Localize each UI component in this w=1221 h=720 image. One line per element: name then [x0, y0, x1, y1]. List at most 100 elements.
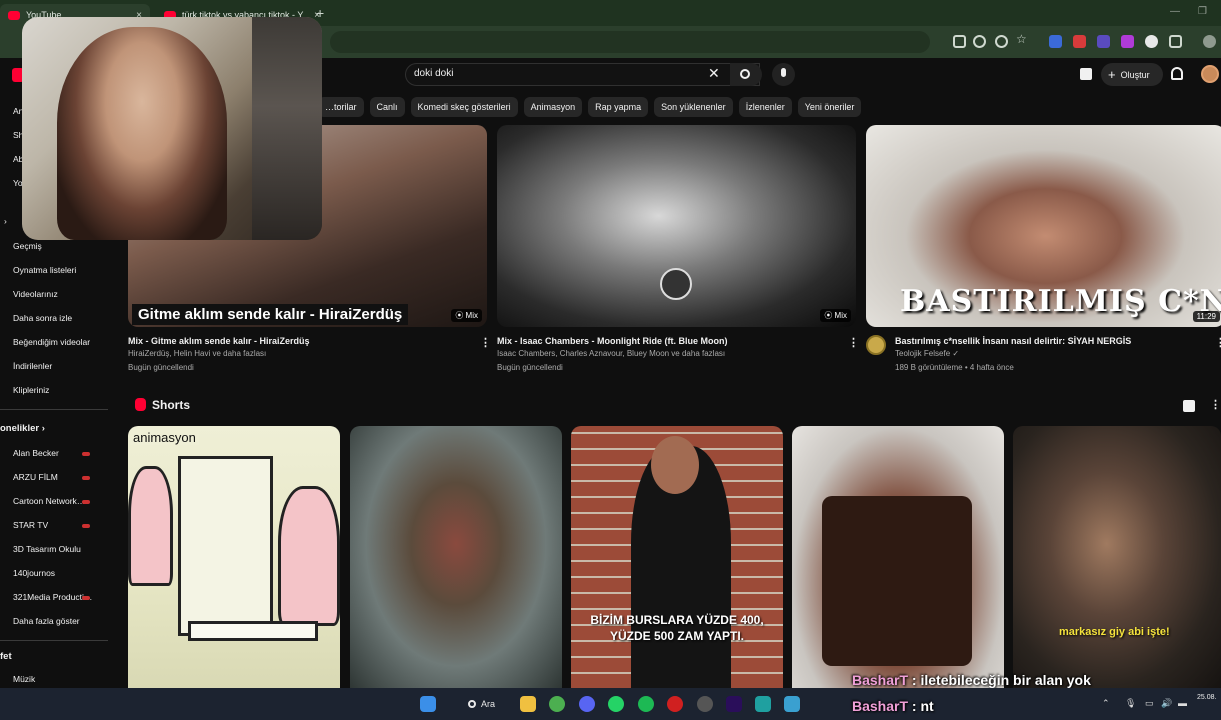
screen-share-icon[interactable] [953, 35, 966, 48]
volume-icon[interactable]: 🔊 [1161, 698, 1172, 709]
taskbar-search[interactable]: Ara [460, 694, 503, 714]
video-thumbnail[interactable]: BASTIRILMIŞ C*NSELLİK 11:29 [866, 125, 1221, 327]
taskbar-clock[interactable]: 25.08. [1197, 692, 1216, 703]
illustration-door [178, 456, 273, 636]
account-avatar[interactable] [1201, 65, 1219, 83]
show-more-button[interactable]: Daha fazla göster [13, 616, 80, 626]
more-options-icon[interactable]: ⋮ [848, 336, 859, 349]
chip[interactable]: Komedi skeç gösterileri [410, 97, 518, 117]
short-thumbnail[interactable]: markasız giy abi işte! [1013, 426, 1221, 688]
short-thumbnail[interactable]: animasyon [128, 426, 340, 688]
translate-extension-icon[interactable] [1049, 35, 1062, 48]
network-icon[interactable]: ▭ [1145, 698, 1154, 709]
more-options-icon[interactable]: ⋮ [1215, 336, 1221, 349]
microphone-icon[interactable]: 🎙 [1125, 698, 1136, 709]
short-thumbnail[interactable] [792, 426, 1004, 688]
minimize-icon[interactable]: — [1170, 6, 1180, 17]
taskbar-date: 25.08. [1197, 694, 1217, 701]
extensions-puzzle-icon[interactable] [1169, 35, 1182, 48]
sidebar-item-subscription[interactable]: 140journos [13, 568, 55, 578]
file-explorer-icon[interactable] [520, 696, 536, 712]
chip[interactable]: Animasyon [523, 97, 583, 117]
zoom-icon[interactable] [973, 35, 986, 48]
chevron-right-icon[interactable]: › [4, 216, 7, 226]
sidebar-item-music[interactable]: Müzik [13, 674, 35, 684]
chip[interactable]: Yeni öneriler [797, 97, 862, 117]
sidebar-item-your-videos[interactable]: Videolarınız [13, 289, 58, 299]
create-label: Oluştur [1120, 69, 1150, 80]
more-options-icon[interactable]: ⋮ [480, 336, 491, 349]
video-title[interactable]: Mix - Gitme aklım sende kalır - HiraiZer… [128, 336, 310, 346]
short-thumbnail[interactable]: BİZİM BURSLARA YÜZDE 400, YÜZDE 500 ZAM … [571, 426, 783, 688]
restore-icon[interactable]: ❐ [1198, 6, 1207, 17]
tray-chevron-icon[interactable]: ⌃ [1102, 698, 1110, 709]
more-options-icon[interactable]: ⋮ [1210, 398, 1221, 411]
sidebar-item-subscription[interactable]: STAR TV [13, 520, 48, 530]
sidebar-item-clips[interactable]: Klipleriniz [13, 385, 49, 395]
whatsapp-icon[interactable] [608, 696, 624, 712]
chip[interactable]: Son yüklenenler [654, 97, 733, 117]
video-channels[interactable]: Isaac Chambers, Charles Aznavour, Bluey … [497, 349, 725, 358]
search-input[interactable] [405, 63, 760, 86]
chip[interactable]: İzlenenler [738, 97, 792, 117]
stream-chat-message: BasharT : nt [852, 698, 934, 714]
webcam-person [57, 27, 227, 240]
sidebar-item-liked-videos[interactable]: Beğendiğim videolar [13, 337, 90, 347]
adblock-extension-icon[interactable] [1073, 35, 1086, 48]
new-content-dot [82, 524, 90, 528]
eye-off-icon[interactable] [995, 35, 1008, 48]
app-icon[interactable] [784, 696, 800, 712]
profile-icon[interactable] [1203, 35, 1216, 48]
voice-search-icon[interactable] [772, 63, 795, 86]
subscriptions-heading-label: onelikler [0, 423, 40, 434]
steam-icon[interactable] [697, 696, 713, 712]
subscriptions-heading[interactable]: onelikler › [0, 423, 45, 434]
spotify-icon[interactable] [638, 696, 654, 712]
search-query[interactable]: doki doki [414, 68, 453, 79]
taskbar-search-label: Ara [481, 699, 496, 709]
after-effects-icon[interactable] [726, 696, 742, 712]
chrome-icon[interactable] [549, 696, 565, 712]
extension-icon[interactable] [1145, 35, 1158, 48]
sidebar-item-subscription[interactable]: Alan Becker [13, 448, 59, 458]
channel-name[interactable]: Teolojik Felsefe ✓ [895, 349, 959, 358]
sidebar-item-watch-later[interactable]: Daha sonra izle [13, 313, 72, 323]
sidebar-item-downloads[interactable]: İndirilenler [13, 361, 52, 371]
sidebar-item-history[interactable]: Geçmiş [13, 241, 42, 251]
mix-badge: ⦿ Mix [820, 309, 851, 322]
chip[interactable]: …torilar [318, 97, 364, 117]
sidebar-divider [0, 409, 108, 410]
video-title[interactable]: Bastırılmış c*nsellik İnsanı nasıl delir… [895, 336, 1131, 346]
bookmark-star-icon[interactable]: ☆ [1016, 32, 1029, 46]
sidebar-item-subscription[interactable]: ARZU FİLM [13, 472, 58, 482]
discord-icon[interactable] [579, 696, 595, 712]
channel-avatar[interactable] [866, 335, 886, 355]
cast-icon[interactable] [1080, 68, 1092, 80]
chip[interactable]: Canlı [369, 97, 405, 117]
sidebar-item-subscription[interactable]: Cartoon Network… [13, 496, 85, 506]
explore-heading: fet [0, 651, 12, 662]
battery-icon[interactable]: ▬ [1178, 698, 1187, 708]
short-thumbnail[interactable] [350, 426, 562, 688]
thumbnail-caption: Gitme aklım sende kalır - HiraiZerdüş [132, 304, 409, 325]
sidebar-item-subscription[interactable]: 321Media Producti… [13, 592, 92, 602]
notifications-bell-icon[interactable] [1171, 67, 1183, 80]
create-button[interactable]: + Oluştur [1101, 63, 1163, 86]
shorts-logo-icon [135, 398, 146, 411]
app-icon[interactable] [755, 696, 771, 712]
windows-start-icon[interactable] [420, 696, 436, 712]
extension-icon[interactable] [1121, 35, 1134, 48]
video-thumbnail[interactable]: ⦿ Mix [497, 125, 856, 327]
video-channels[interactable]: HiraiZerdüş, Helin Havi ve daha fazlası [128, 349, 266, 358]
sidebar-item-subscription[interactable]: 3D Tasarım Okulu [13, 544, 81, 554]
obs-record-icon[interactable] [667, 696, 683, 712]
clear-search-icon[interactable]: ✕ [708, 65, 720, 82]
extension-icon[interactable] [1097, 35, 1110, 48]
sidebar-item-playlists[interactable]: Oynatma listeleri [13, 265, 76, 275]
video-title[interactable]: Mix - Isaac Chambers - Moonlight Ride (f… [497, 336, 728, 346]
new-content-dot [82, 476, 90, 480]
chip[interactable]: Rap yapma [588, 97, 649, 117]
new-content-dot [82, 596, 90, 600]
cast-icon[interactable] [1183, 400, 1195, 412]
address-bar[interactable] [330, 31, 930, 53]
